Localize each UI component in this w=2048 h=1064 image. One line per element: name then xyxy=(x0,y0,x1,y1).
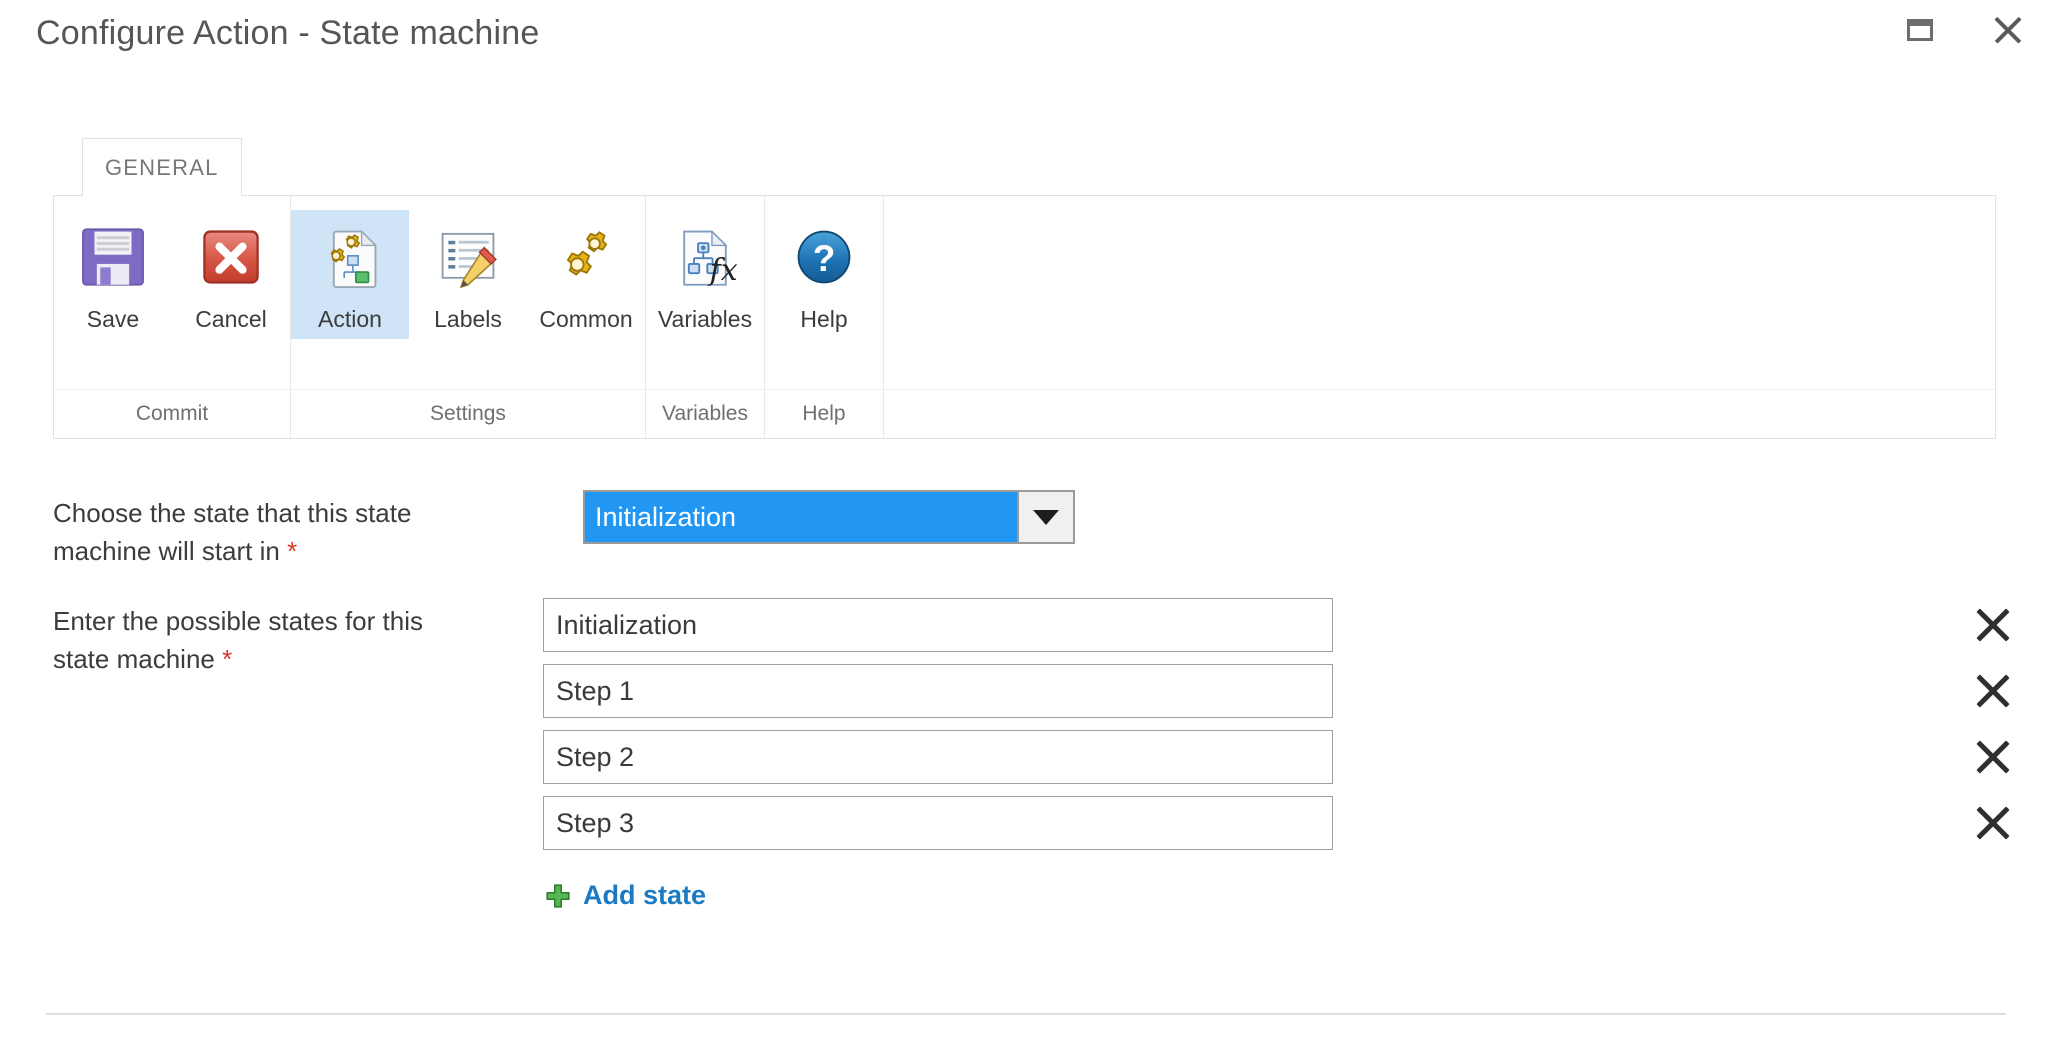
ribbon-empty-area xyxy=(884,196,1995,438)
ribbon-tab-strip: GENERAL xyxy=(53,138,1996,196)
maximize-icon xyxy=(1907,19,1933,41)
possible-states-label-line2: state machine xyxy=(53,644,215,674)
cancel-button[interactable]: Cancel xyxy=(172,210,290,339)
possible-states-required-marker: * xyxy=(222,644,233,674)
state-row xyxy=(543,730,2013,784)
ribbon-group-commit: Save Cancel Commit xyxy=(54,196,291,438)
list-pencil-icon xyxy=(431,220,505,294)
state-row xyxy=(543,796,2013,850)
ribbon-group-settings: Action Labels Common Settings xyxy=(291,196,646,438)
state-row xyxy=(543,664,2013,718)
ribbon-groups: Save Cancel Commit Action Labels Common … xyxy=(54,196,1995,438)
close-button[interactable] xyxy=(1986,8,2030,52)
common-button-label: Common xyxy=(539,306,633,332)
bottom-divider xyxy=(46,1013,2006,1015)
start-state-selected-value: Initialization xyxy=(585,492,1017,542)
common-button[interactable]: Common xyxy=(527,210,645,339)
save-button[interactable]: Save xyxy=(54,210,172,339)
remove-state-button[interactable] xyxy=(1973,737,2013,777)
start-state-row: Choose the state that this state machine… xyxy=(53,490,2013,570)
state-input[interactable] xyxy=(543,598,1333,652)
start-state-label: Choose the state that this state machine… xyxy=(53,490,583,570)
red-x-icon xyxy=(194,220,268,294)
floppy-disk-icon xyxy=(76,220,150,294)
remove-state-button[interactable] xyxy=(1973,671,2013,711)
question-circle-icon: ? xyxy=(787,220,861,294)
tab-general[interactable]: GENERAL xyxy=(82,138,242,196)
start-state-select[interactable]: Initialization xyxy=(583,490,1075,544)
labels-button-label: Labels xyxy=(434,306,502,332)
labels-button[interactable]: Labels xyxy=(409,210,527,339)
possible-states-row: Enter the possible states for this state… xyxy=(53,598,2013,911)
variables-button-label: Variables xyxy=(657,306,753,332)
window-title: Configure Action - State machine xyxy=(36,14,540,52)
state-input[interactable] xyxy=(543,796,1333,850)
state-input[interactable] xyxy=(543,730,1333,784)
ribbon-empty-label xyxy=(884,389,1995,438)
ribbon: GENERAL Save Cancel Commit Action Labels… xyxy=(53,138,1996,439)
state-row xyxy=(543,598,2013,652)
start-state-required-marker: * xyxy=(287,536,298,566)
action-button-label: Action xyxy=(318,306,382,332)
document-fx-icon: fx xyxy=(668,220,742,294)
svg-text:?: ? xyxy=(813,238,836,279)
ribbon-group-help-label: Help xyxy=(765,389,883,438)
ribbon-group-commit-label: Commit xyxy=(54,389,290,438)
ribbon-group-help: ? Help Help xyxy=(765,196,884,438)
configure-action-form: Choose the state that this state machine… xyxy=(53,490,2013,911)
ribbon-body: Save Cancel Commit Action Labels Common … xyxy=(53,195,1996,439)
tab-general-label: GENERAL xyxy=(105,154,219,180)
states-list: Add state xyxy=(543,598,2013,911)
ribbon-group-variables-items: fx Variables xyxy=(646,196,764,389)
variables-button[interactable]: fx Variables xyxy=(646,210,764,339)
add-state-link[interactable]: Add state xyxy=(545,880,706,911)
possible-states-label-line1: Enter the possible states for this xyxy=(53,606,423,636)
window-controls xyxy=(1898,8,2030,52)
plus-icon xyxy=(545,883,571,909)
close-icon xyxy=(1993,15,2023,45)
start-state-label-line2: machine will start in xyxy=(53,536,280,566)
title-bar: Configure Action - State machine xyxy=(0,0,2048,74)
ribbon-group-help-items: ? Help xyxy=(765,196,883,389)
ribbon-group-settings-label: Settings xyxy=(291,389,645,438)
maximize-button[interactable] xyxy=(1898,8,1942,52)
start-state-label-line1: Choose the state that this state xyxy=(53,498,412,528)
ribbon-group-commit-items: Save Cancel xyxy=(54,196,290,389)
start-state-dropdown-button[interactable] xyxy=(1017,492,1073,542)
action-button[interactable]: Action xyxy=(291,210,409,339)
add-state-link-label: Add state xyxy=(583,880,707,910)
ribbon-group-settings-items: Action Labels Common xyxy=(291,196,645,389)
help-button-label: Help xyxy=(800,306,848,332)
chevron-down-icon xyxy=(1033,509,1059,525)
possible-states-label: Enter the possible states for this state… xyxy=(53,598,543,678)
save-button-label: Save xyxy=(86,306,140,332)
help-button[interactable]: ? Help xyxy=(765,210,883,339)
state-input[interactable] xyxy=(543,664,1333,718)
cancel-button-label: Cancel xyxy=(195,306,267,332)
remove-state-button[interactable] xyxy=(1973,803,2013,843)
remove-state-button[interactable] xyxy=(1973,605,2013,645)
ribbon-group-variables-label: Variables xyxy=(646,389,764,438)
svg-text:fx: fx xyxy=(708,253,738,288)
ribbon-group-variables: fx Variables Variables xyxy=(646,196,765,438)
gears-icon xyxy=(549,220,623,294)
gears-document-icon xyxy=(313,220,387,294)
ribbon-empty-items xyxy=(884,196,1995,389)
